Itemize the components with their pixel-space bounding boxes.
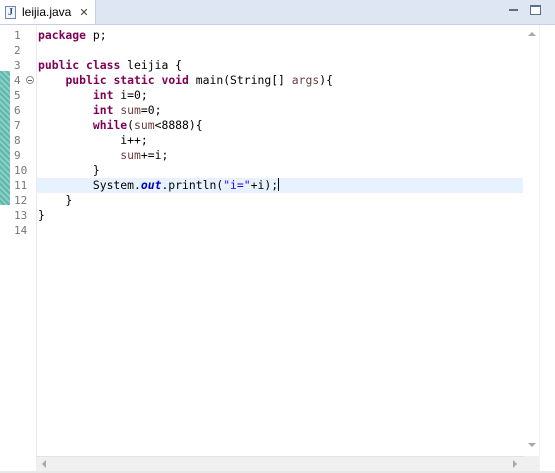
code-line[interactable]: public static void main(String[] args){: [37, 73, 523, 88]
line-number: 1: [14, 29, 21, 42]
code-line-current[interactable]: System.out.println("i="+i);: [37, 178, 523, 193]
line-number: 4: [10, 73, 36, 88]
code-line[interactable]: [37, 43, 523, 58]
vertical-scrollbar[interactable]: [524, 25, 539, 456]
line-number: 3: [14, 59, 21, 72]
line-number: 13: [14, 209, 28, 222]
text-caret: [278, 178, 280, 191]
code-line[interactable]: public class leijia {: [37, 58, 523, 73]
line-number-label: 4: [14, 74, 21, 87]
scroll-right-icon[interactable]: [513, 460, 517, 468]
code-editor-text-area[interactable]: package p; public class leijia { public s…: [37, 25, 524, 456]
line-number: 11: [14, 179, 28, 192]
line-number: 8: [14, 134, 21, 147]
code-line[interactable]: while(sum<8888){: [37, 118, 523, 133]
scroll-left-icon[interactable]: [42, 460, 46, 468]
line-number-ruler: 1 2 3 4 5 6 7 8 9 10 11 12 13 14: [10, 25, 37, 456]
tab-label: leijia.java: [22, 5, 72, 19]
line-number: 6: [14, 104, 21, 117]
java-file-icon: J: [5, 5, 16, 19]
line-number: 5: [14, 89, 21, 102]
line-number: 9: [14, 149, 21, 162]
code-line[interactable]: package p;: [37, 28, 523, 43]
code-line[interactable]: i++;: [37, 133, 523, 148]
editor-tab-bar: J leijia.java ✕: [0, 0, 555, 25]
code-line[interactable]: [37, 223, 523, 238]
maximize-icon[interactable]: [530, 5, 541, 15]
close-icon[interactable]: ✕: [79, 6, 88, 19]
horizontal-scrollbar[interactable]: [36, 456, 524, 471]
fold-collapse-icon[interactable]: [26, 76, 34, 84]
scrollbar-corner: [524, 456, 539, 471]
code-line[interactable]: }: [37, 193, 523, 208]
line-number: 10: [14, 164, 28, 177]
change-ruler-bar: [0, 71, 10, 205]
line-number: 12: [14, 194, 28, 207]
code-line[interactable]: }: [37, 208, 523, 223]
code-line[interactable]: sum+=i;: [37, 148, 523, 163]
scroll-up-icon[interactable]: [528, 32, 536, 36]
code-line[interactable]: int i=0;: [37, 88, 523, 103]
line-number: 7: [14, 119, 21, 132]
code-line[interactable]: }: [37, 163, 523, 178]
line-number: 2: [14, 44, 21, 57]
overview-ruler: [539, 25, 555, 473]
line-number: 14: [14, 224, 28, 237]
editor-tab-leijia-java[interactable]: J leijia.java ✕: [0, 0, 96, 24]
code-line[interactable]: int sum=0;: [37, 103, 523, 118]
scroll-down-icon[interactable]: [528, 443, 536, 447]
minimize-icon[interactable]: [508, 5, 519, 15]
